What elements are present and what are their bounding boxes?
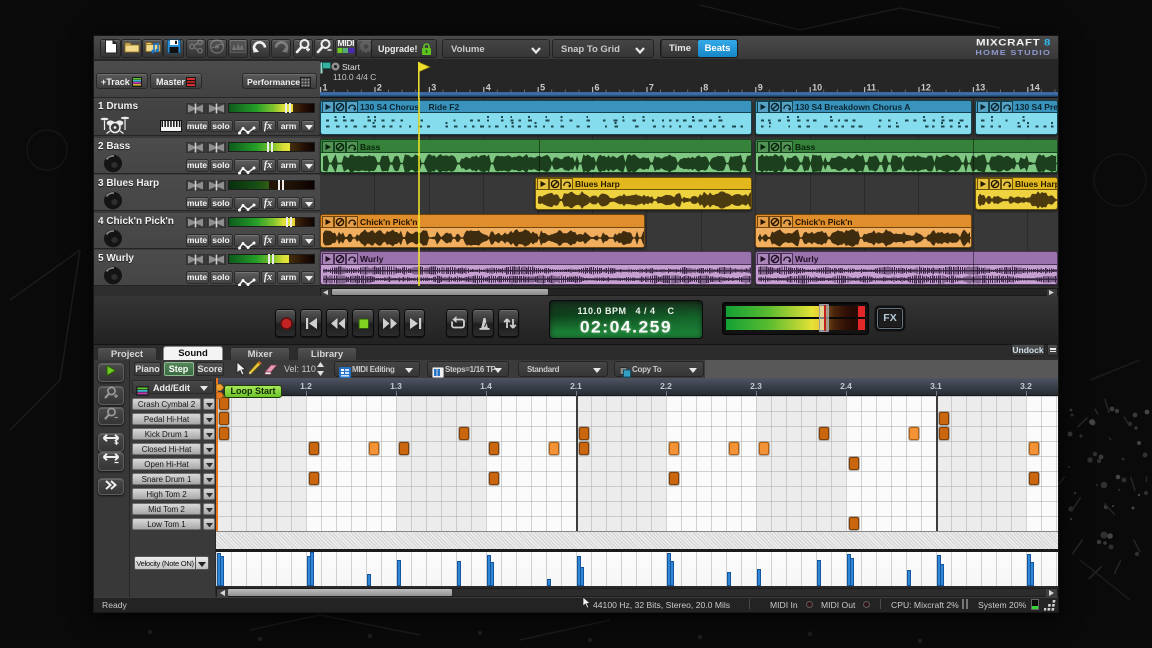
svg-text:1: 1 [323,83,328,93]
svg-text:7: 7 [649,83,654,93]
svg-text:MIDI: MIDI [337,39,354,48]
svg-text:Start: Start [342,62,361,72]
svg-text:13: 13 [975,83,985,93]
svg-text:8: 8 [703,83,708,93]
svg-text:2: 2 [377,83,382,93]
svg-text:9: 9 [758,83,763,93]
svg-text:3: 3 [431,83,436,93]
svg-text:4: 4 [486,83,491,93]
svg-text:5: 5 [540,83,545,93]
svg-text:10: 10 [812,83,822,93]
svg-text:110.0 4/4 C: 110.0 4/4 C [333,72,376,82]
svg-text:11: 11 [867,83,877,93]
svg-text:6: 6 [595,83,600,93]
svg-text:12: 12 [921,83,931,93]
svg-text:14: 14 [1030,83,1040,93]
